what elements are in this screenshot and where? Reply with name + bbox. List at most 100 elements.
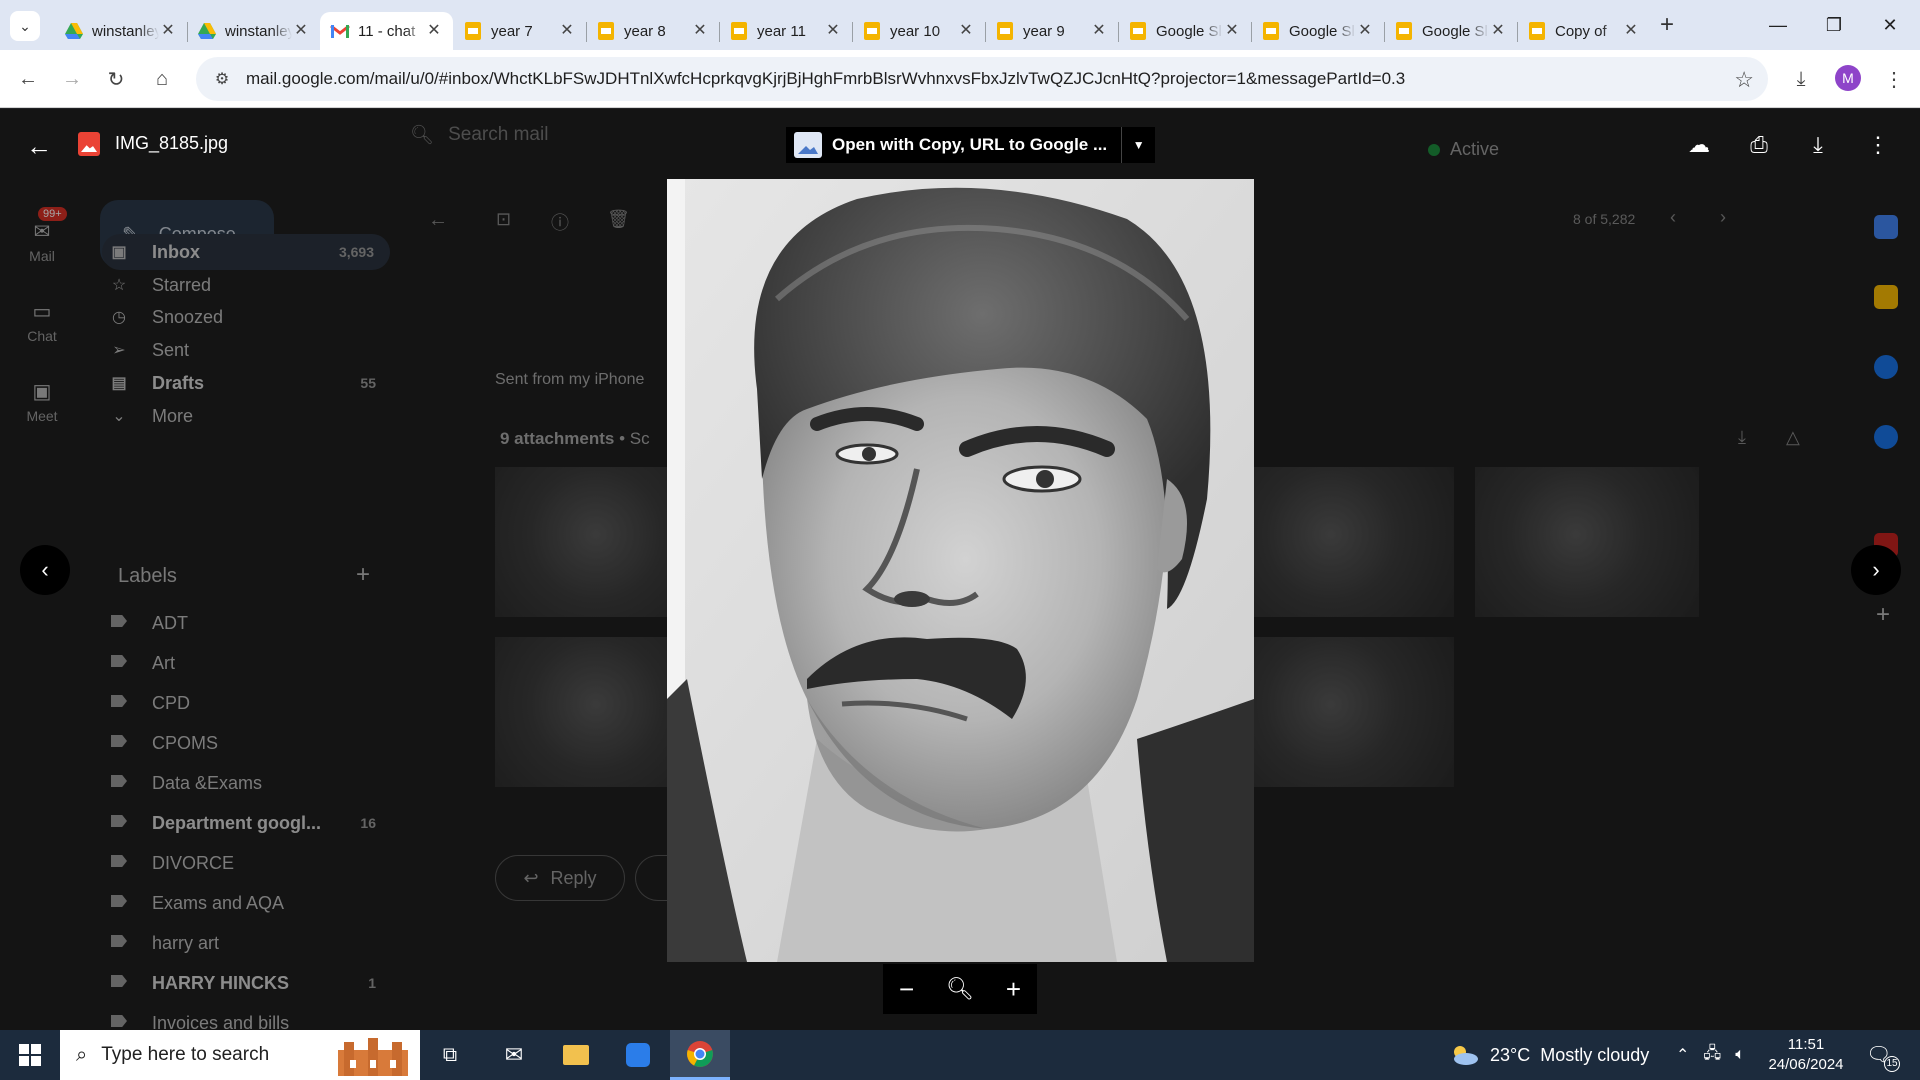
google-drive-icon: [64, 21, 84, 41]
tab-title: winstanley college: [92, 22, 159, 40]
google-drive-icon: [197, 21, 217, 41]
more-options-button[interactable]: ⋮: [1860, 127, 1896, 163]
close-tab-icon[interactable]: ✕: [957, 22, 975, 40]
cloudy-icon: [1454, 1046, 1478, 1065]
search-icon: ⌕: [76, 1043, 88, 1066]
maps-app-button[interactable]: [608, 1030, 668, 1080]
close-tab-icon[interactable]: ✕: [1223, 22, 1241, 40]
mail-app-button[interactable]: ✉: [484, 1030, 544, 1080]
taskbar-search-placeholder: Type here to search: [101, 1044, 270, 1065]
downloads-button[interactable]: ⤓: [1785, 63, 1817, 95]
browser-tab[interactable]: Google Slides✕: [1251, 12, 1384, 50]
clock[interactable]: 11:51 24/06/2024: [1766, 1035, 1846, 1075]
file-explorer-button[interactable]: [546, 1030, 606, 1080]
image-preview: [667, 179, 1254, 962]
chrome-icon: [687, 1040, 713, 1067]
browser-tab[interactable]: winstanley college✕: [54, 12, 187, 50]
tab-title: winstanley college: [225, 22, 292, 40]
clock-date: 24/06/2024: [1768, 1056, 1844, 1073]
zoom-reset-button[interactable]: 🔍︎: [946, 976, 974, 1002]
browser-tab[interactable]: year 7 ✕: [453, 12, 586, 50]
browser-menu-button[interactable]: ⋮: [1878, 63, 1910, 95]
chevron-left-icon: ‹: [41, 557, 49, 582]
url-text[interactable]: mail.google.com/mail/u/0/#inbox/WhctKLbF…: [246, 69, 1405, 89]
tab-title: year 7: [491, 22, 533, 40]
home-button[interactable]: ⌂: [146, 63, 178, 95]
task-view-button[interactable]: ⧉: [420, 1030, 480, 1080]
chevron-down-icon: ⌄: [19, 17, 31, 34]
profile-avatar[interactable]: M: [1835, 65, 1861, 91]
chrome-taskbar-button[interactable]: [670, 1030, 730, 1080]
close-tab-icon[interactable]: ✕: [159, 22, 177, 40]
close-tab-icon[interactable]: ✕: [558, 22, 576, 40]
reload-button[interactable]: ↻: [100, 63, 132, 95]
forward-button[interactable]: →: [56, 63, 88, 95]
back-button[interactable]: ←: [12, 63, 44, 95]
tab-title: year 10: [890, 22, 941, 40]
weather-widget[interactable]: 23°C Mostly cloudy: [1448, 1030, 1649, 1080]
google-slides-icon: [1261, 21, 1281, 41]
new-tab-button[interactable]: +: [1652, 10, 1682, 40]
restore-button[interactable]: ❐: [1814, 8, 1854, 42]
zoom-in-button[interactable]: +: [1006, 974, 1021, 1005]
mail-app-icon: ✉: [504, 1042, 524, 1067]
close-tab-icon[interactable]: ✕: [425, 22, 443, 40]
browser-tab[interactable]: year 8 ✕: [586, 12, 719, 50]
close-tab-icon[interactable]: ✕: [691, 22, 709, 40]
browser-tab[interactable]: Google Slides✕: [1384, 12, 1517, 50]
taskbar-search[interactable]: ⌕ Type here to search: [60, 1030, 420, 1080]
browser-tab[interactable]: Google Slides✕: [1118, 12, 1251, 50]
tab-title: Google Slides: [1289, 22, 1356, 40]
tab-list: winstanley college✕winstanley college✕11…: [54, 6, 1650, 50]
chevron-up-icon[interactable]: ⌃: [1676, 1045, 1689, 1065]
close-window-button[interactable]: ✕: [1870, 8, 1910, 42]
arrow-left-icon: ←: [18, 67, 38, 90]
notification-count: 15: [1884, 1056, 1900, 1072]
close-tab-icon[interactable]: ✕: [1356, 22, 1374, 40]
network-icon[interactable]: 🖧︎: [1703, 1042, 1721, 1069]
star-icon[interactable]: ☆: [1734, 67, 1754, 93]
start-button[interactable]: [0, 1030, 60, 1080]
close-viewer-button[interactable]: ←: [26, 131, 52, 162]
close-tab-icon[interactable]: ✕: [292, 22, 310, 40]
close-tab-icon[interactable]: ✕: [824, 22, 842, 40]
print-button[interactable]: ⎙: [1741, 127, 1777, 163]
browser-tab[interactable]: winstanley college✕: [187, 12, 320, 50]
search-highlight-icon: [338, 1038, 408, 1076]
address-bar[interactable]: ⚙ mail.google.com/mail/u/0/#inbox/WhctKL…: [196, 57, 1768, 101]
browser-tab[interactable]: Copy of ✕: [1517, 12, 1650, 50]
google-slides-icon: [1128, 21, 1148, 41]
notifications-button[interactable]: 🗨︎ 15: [1866, 1042, 1900, 1072]
open-with-button[interactable]: Open with Copy, URL to Google ... ▼: [786, 127, 1156, 163]
open-with-label: Open with Copy, URL to Google ...: [832, 135, 1108, 154]
minimize-button[interactable]: —: [1758, 8, 1798, 42]
close-tab-icon[interactable]: ✕: [1622, 22, 1640, 40]
volume-icon[interactable]: 🔈︎: [1735, 1046, 1745, 1064]
next-image-button[interactable]: ›: [1851, 545, 1901, 595]
google-slides-icon: [995, 21, 1015, 41]
download-button[interactable]: ⤓: [1800, 127, 1836, 163]
zoom-out-button[interactable]: −: [899, 974, 914, 1005]
site-info-icon[interactable]: ⚙: [202, 59, 242, 99]
google-slides-icon: [463, 21, 483, 41]
google-slides-icon: [596, 21, 616, 41]
clock-time: 11:51: [1787, 1036, 1825, 1053]
browser-tab[interactable]: year 11 ✕: [719, 12, 852, 50]
close-tab-icon[interactable]: ✕: [1489, 22, 1507, 40]
previous-image-button[interactable]: ‹: [20, 545, 70, 595]
open-with-dropdown[interactable]: ▼: [1121, 127, 1155, 163]
add-to-drive-button[interactable]: ☁︎: [1681, 127, 1717, 163]
gmail-icon: [330, 21, 350, 41]
browser-tab[interactable]: year 9 ✕: [985, 12, 1118, 50]
browser-tab[interactable]: 11 - chat ✕: [320, 12, 453, 50]
browser-toolbar: ← → ↻ ⌂ ⚙ mail.google.com/mail/u/0/#inbo…: [0, 50, 1920, 108]
browser-tab[interactable]: year 10 ✕: [852, 12, 985, 50]
tab-title: Google Slides: [1156, 22, 1223, 40]
home-icon: ⌂: [155, 67, 169, 90]
close-tab-icon[interactable]: ✕: [1090, 22, 1108, 40]
tab-search-button[interactable]: ⌄: [10, 11, 40, 41]
caret-down-icon: ▼: [1132, 138, 1145, 152]
chevron-right-icon: ›: [1872, 557, 1880, 582]
windows-logo-icon: [19, 1044, 41, 1066]
tab-title: Copy of: [1555, 22, 1607, 40]
